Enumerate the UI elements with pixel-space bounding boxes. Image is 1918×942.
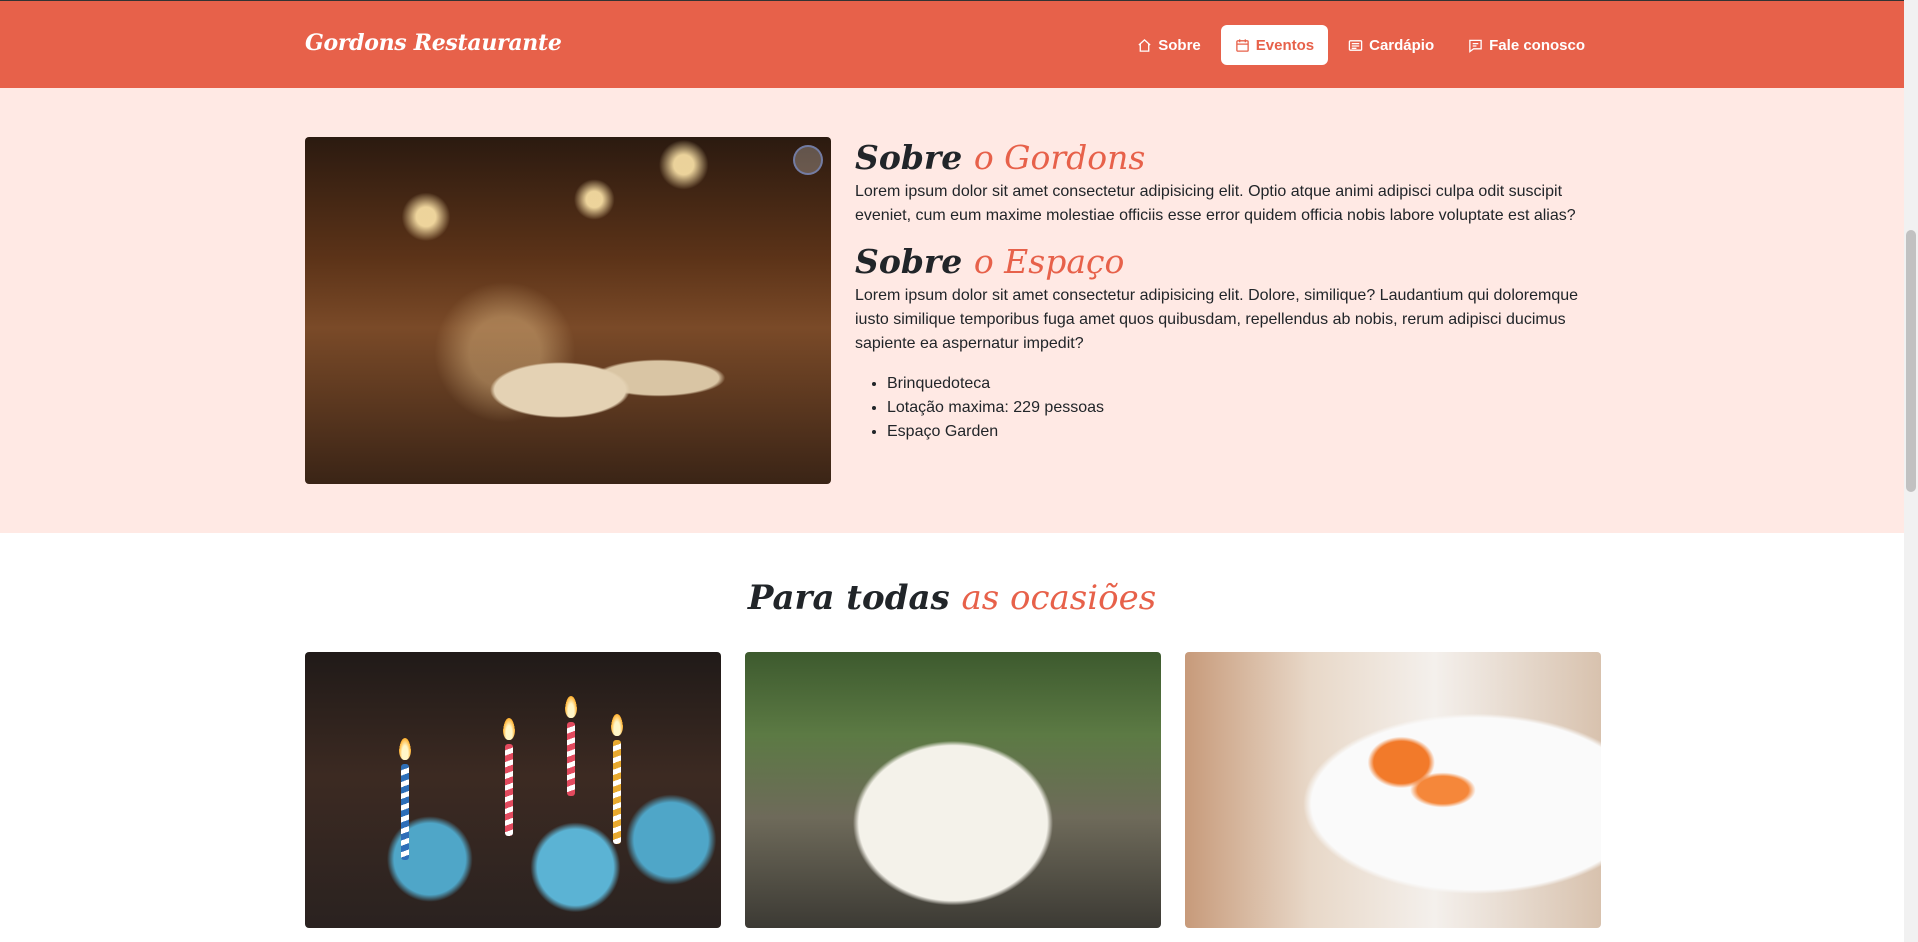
brand-logo[interactable]: Gordons Restaurante	[305, 30, 562, 56]
toast-drinks-image[interactable]	[1185, 652, 1601, 928]
candle-shape	[567, 722, 575, 796]
space-heading-prefix: Sobre	[855, 242, 963, 281]
space-heading: Sobre o Espaço	[855, 240, 1595, 284]
list-item: Lotação maxima: 229 pessoas	[887, 396, 1595, 420]
lens-icon[interactable]	[793, 145, 823, 175]
navbar: Gordons Restaurante Sobre Eventos Cardáp…	[0, 0, 1904, 88]
candle-shape	[505, 744, 513, 836]
space-heading-accent: o Espaço	[973, 242, 1125, 281]
nav-item-eventos[interactable]: Eventos	[1220, 25, 1329, 65]
about-section: Sobre o Gordons Lorem ipsum dolor sit am…	[0, 88, 1904, 533]
nav-menu: Sobre Eventos Cardápio Fale conosco	[1123, 25, 1599, 65]
nav-item-label: Fale conosco	[1489, 36, 1585, 54]
scrollbar-thumb[interactable]	[1906, 230, 1916, 492]
nav-item-label: Eventos	[1255, 36, 1315, 54]
occasions-title-accent: as ocasiões	[961, 578, 1157, 618]
chat-icon	[1469, 39, 1482, 53]
occasion-cards	[305, 652, 1601, 928]
about-heading-prefix: Sobre	[855, 138, 963, 177]
candle-shape	[613, 740, 621, 844]
nav-item-sobre[interactable]: Sobre	[1123, 25, 1215, 65]
birthday-cupcakes-image[interactable]	[305, 652, 721, 928]
occasions-title-prefix: Para todas	[747, 578, 950, 618]
space-paragraph: Lorem ipsum dolor sit amet consectetur a…	[855, 287, 1579, 352]
occasions-title: Para todas as ocasiões	[0, 578, 1904, 618]
about-heading: Sobre o Gordons	[855, 136, 1595, 180]
nav-item-label: Sobre	[1158, 36, 1201, 54]
list-item: Brinquedoteca	[887, 372, 1595, 396]
flame-shape	[503, 718, 515, 740]
features-list: Brinquedoteca Lotação maxima: 229 pessoa…	[855, 372, 1595, 444]
tables-shape	[425, 324, 725, 444]
home-icon	[1138, 38, 1151, 52]
nav-item-cardapio[interactable]: Cardápio	[1334, 25, 1448, 65]
wedding-table-image[interactable]	[745, 652, 1161, 928]
about-paragraph: Lorem ipsum dolor sit amet consectetur a…	[855, 183, 1576, 224]
flame-shape	[611, 714, 623, 736]
menu-card-icon	[1348, 39, 1363, 51]
flame-shape	[565, 696, 577, 718]
restaurant-interior-image	[305, 137, 831, 484]
scrollbar[interactable]	[1904, 0, 1918, 942]
about-text: Sobre o Gordons Lorem ipsum dolor sit am…	[855, 136, 1595, 444]
nav-item-fale-conosco[interactable]: Fale conosco	[1454, 25, 1599, 65]
flame-shape	[399, 738, 411, 760]
candle-shape	[401, 764, 409, 860]
calendar-icon	[1235, 38, 1249, 52]
list-item: Espaço Garden	[887, 420, 1595, 444]
nav-item-label: Cardápio	[1369, 36, 1435, 54]
about-heading-accent: o Gordons	[973, 138, 1146, 177]
